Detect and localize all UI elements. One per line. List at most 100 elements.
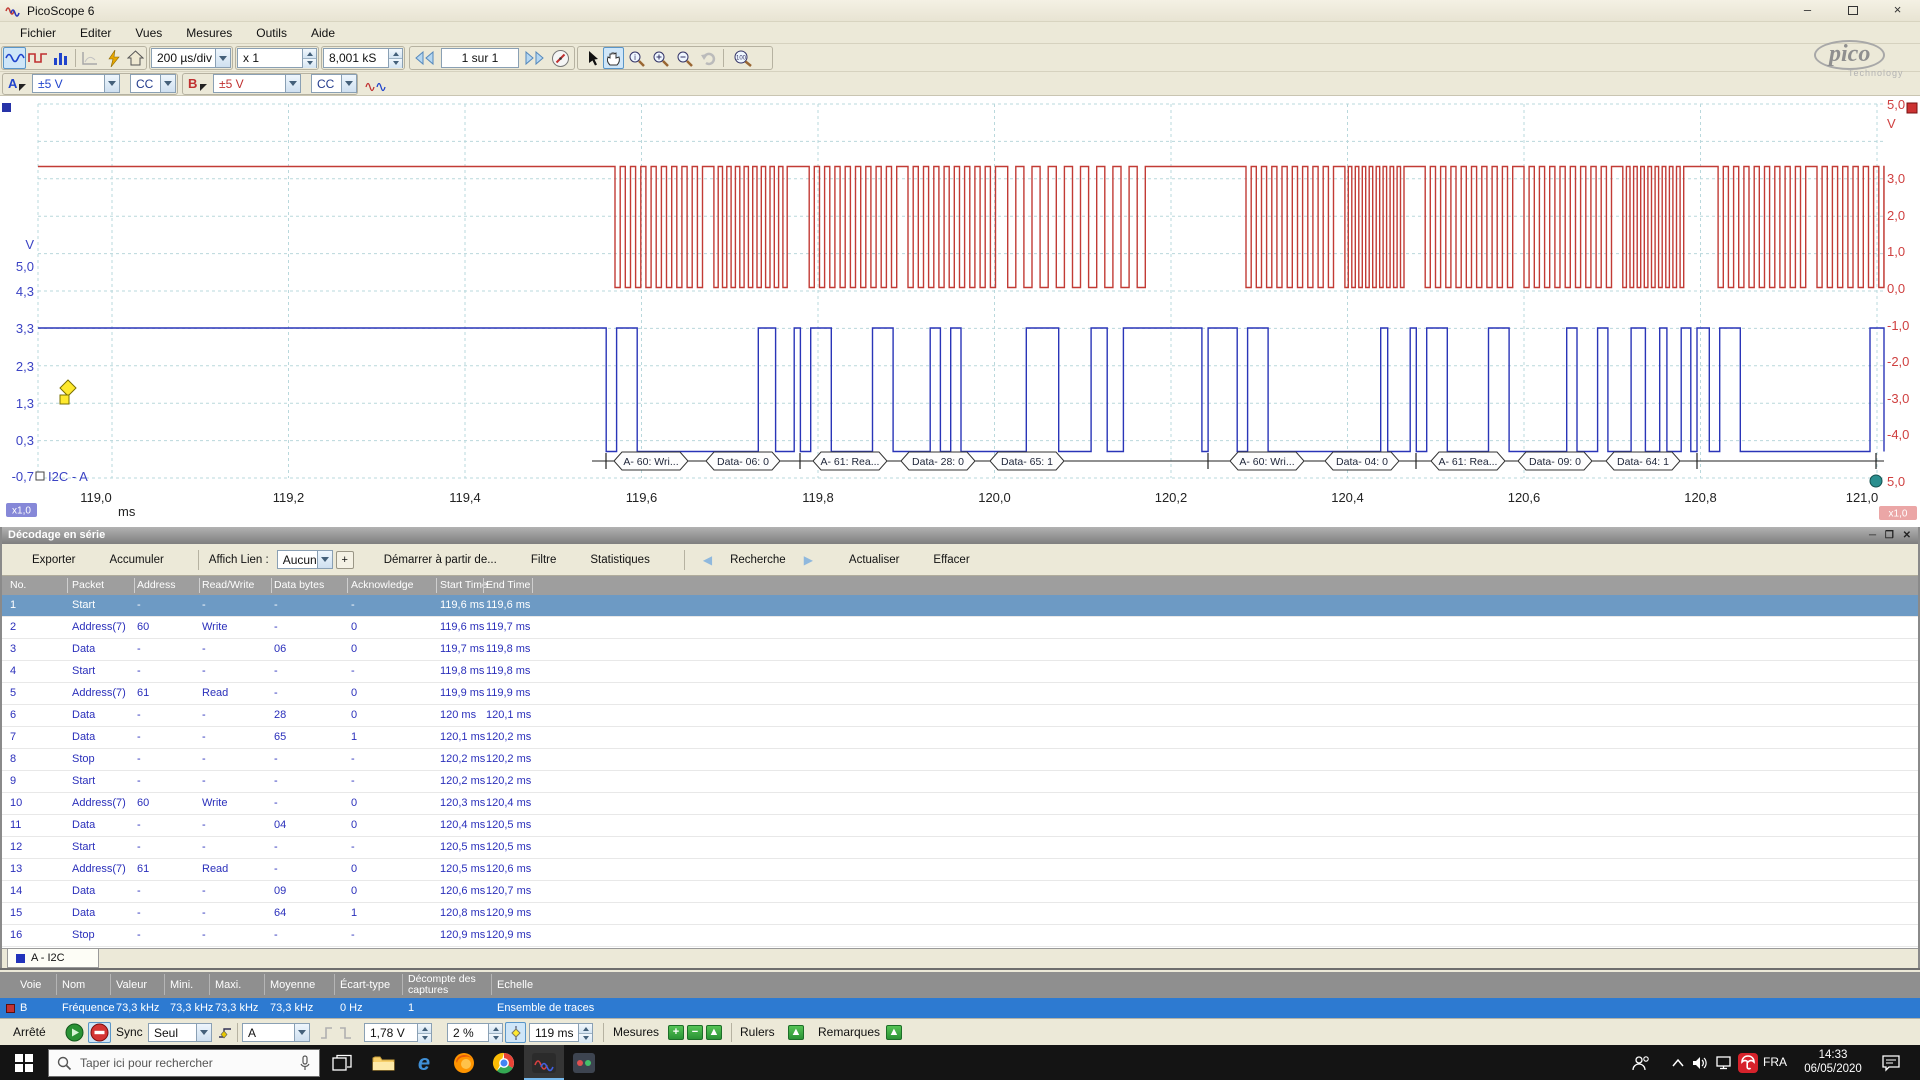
packet-row-2[interactable]: 2 Address(7) 60 Write - 0 119,6 ms 119,7 ms — [2, 617, 1918, 639]
next-buffer-button[interactable] — [521, 47, 547, 69]
measure-column-header[interactable]: Valeur — [116, 979, 147, 991]
scope-view-button[interactable] — [3, 47, 26, 69]
zoom-out-tool-button[interactable] — [674, 47, 696, 69]
chevron-down-icon[interactable] — [160, 75, 175, 92]
close-button[interactable]: × — [1875, 0, 1920, 21]
chevron-down-icon[interactable] — [294, 1024, 309, 1041]
trigger-channel-select[interactable]: A — [242, 1023, 310, 1042]
chevron-down-icon[interactable] — [104, 75, 119, 92]
pan-tool-button[interactable] — [603, 47, 624, 69]
zoom-in-tool-button[interactable] — [650, 47, 672, 69]
probe-signals-icon[interactable] — [362, 73, 392, 95]
tab-a-i2c[interactable]: A - I2C — [7, 949, 99, 968]
spin-down-icon[interactable] — [303, 59, 316, 68]
spin-down-icon[interactable] — [389, 59, 402, 68]
menu-mesures[interactable]: Mesures — [174, 23, 244, 43]
spin-down-icon[interactable] — [418, 1034, 431, 1043]
start-from-button[interactable]: Démarrer à partir de... — [374, 550, 507, 570]
trigger-mode-select[interactable]: Seul — [148, 1023, 212, 1042]
add-measure-button[interactable]: + — [668, 1025, 684, 1040]
channel-b-axis-handle[interactable] — [2, 103, 11, 112]
microphone-icon[interactable] — [299, 1055, 311, 1071]
packet-row-11[interactable]: 11 Data - - 04 0 120,4 ms 120,5 ms — [2, 815, 1918, 837]
task-view-button[interactable] — [328, 1049, 356, 1077]
packet-row-7[interactable]: 7 Data - - 65 1 120,1 ms 120,2 ms — [2, 727, 1918, 749]
maximize-button[interactable] — [1830, 0, 1875, 21]
packet-row-10[interactable]: 10 Address(7) 60 Write - 0 120,3 ms 120,4 ms — [2, 793, 1918, 815]
channel-b-range-select[interactable]: ±5 V — [213, 74, 301, 93]
decode-column-header[interactable]: Packet — [72, 579, 104, 591]
home-button[interactable] — [125, 47, 146, 69]
sample-count-stepper[interactable]: 8,001 kS — [323, 48, 403, 68]
select-tool-button[interactable] — [583, 47, 602, 69]
decode-column-header[interactable]: Address — [137, 579, 176, 591]
spectrum-view-button[interactable] — [27, 47, 49, 69]
packet-row-3[interactable]: 3 Data - - 06 0 119,7 ms 119,8 ms — [2, 639, 1918, 661]
file-explorer-icon[interactable] — [370, 1049, 398, 1077]
clear-button[interactable]: Effacer — [923, 550, 979, 570]
measure-column-header[interactable]: Maxi. — [215, 979, 241, 991]
spin-down-icon[interactable] — [579, 1034, 592, 1043]
channel-b-arrow-icon[interactable] — [200, 84, 207, 91]
packet-row-9[interactable]: 9 Start - - - - 120,2 ms 120,2 ms — [2, 771, 1918, 793]
channel-a-axis-handle[interactable] — [1906, 102, 1918, 114]
chevron-down-icon[interactable] — [196, 1024, 211, 1041]
trigger-level-stepper[interactable]: 1,78 V — [364, 1023, 432, 1043]
tray-chevron-up-icon[interactable] — [1668, 1045, 1688, 1080]
decoder-row-handle[interactable] — [35, 471, 45, 481]
picoscope-taskbar-icon[interactable] — [530, 1049, 558, 1077]
buffer-navigator-button[interactable] — [549, 47, 571, 69]
measure-column-header[interactable]: Nom — [62, 979, 85, 991]
remove-measure-button[interactable]: − — [687, 1025, 703, 1040]
measure-column-header[interactable]: Décompte des captures — [408, 974, 494, 996]
export-button[interactable]: Exporter — [22, 550, 85, 570]
chevron-down-icon[interactable] — [215, 49, 230, 67]
network-icon[interactable] — [1714, 1045, 1736, 1080]
chevron-down-icon[interactable] — [316, 551, 332, 568]
measure-column-header[interactable]: Echelle — [497, 979, 533, 991]
minimize-button[interactable]: – — [1785, 0, 1830, 21]
spin-up-icon[interactable] — [489, 1024, 502, 1034]
volume-icon[interactable] — [1690, 1045, 1712, 1080]
packet-row-4[interactable]: 4 Start - - - - 119,8 ms 119,8 ms — [2, 661, 1918, 683]
search-next-icon[interactable]: ▶ — [804, 553, 813, 567]
trigger-marker-handle[interactable] — [59, 394, 70, 405]
zoom-100-button[interactable]: 100 — [729, 47, 757, 69]
previous-buffer-button[interactable] — [412, 47, 438, 69]
menu-aide[interactable]: Aide — [299, 23, 347, 43]
measure-column-header[interactable]: Moyenne — [270, 979, 315, 991]
rulers-button[interactable]: ▲ — [788, 1025, 804, 1040]
undo-zoom-button[interactable] — [698, 47, 720, 69]
timebase-select[interactable]: 200 µs/div — [151, 48, 231, 68]
buffer-position-field[interactable]: 1 sur 1 — [441, 48, 519, 68]
language-indicator[interactable]: FRA — [1763, 1045, 1787, 1080]
accumulate-button[interactable]: Accumuler — [99, 550, 173, 570]
taskbar-search[interactable]: Taper ici pour rechercher — [48, 1049, 320, 1077]
measure-column-header[interactable]: Voie — [20, 979, 41, 991]
scope-view[interactable]: V 5,0 4,3 3,3 2,3 1,3 0,3 -0,7 5,0 V 3,0 2,0 1,0 0,0 -… — [0, 96, 1920, 527]
measurement-row[interactable]: B Fréquence 73,3 kHz 73,3 kHz 73,3 kHz 73,3 k… — [0, 998, 1920, 1019]
spin-up-icon[interactable] — [303, 49, 316, 59]
menu-outils[interactable]: Outils — [244, 23, 299, 43]
start-capture-button[interactable] — [64, 1023, 85, 1042]
menu-vues[interactable]: Vues — [123, 23, 174, 43]
packet-row-16[interactable]: 16 Stop - - - - 120,9 ms 120,9 ms — [2, 925, 1918, 947]
menu-fichier[interactable]: Fichier — [8, 23, 68, 43]
decode-column-header[interactable]: No. — [10, 579, 26, 591]
trigger-marker-toggle[interactable] — [505, 1022, 526, 1043]
xy-view-button[interactable] — [78, 47, 102, 69]
packet-row-13[interactable]: 13 Address(7) 61 Read - 0 120,5 ms 120,6 ms — [2, 859, 1918, 881]
notes-button[interactable]: ▲ — [886, 1025, 902, 1040]
channel-b-coupling-select[interactable]: CC — [311, 74, 357, 93]
trigger-marker-icon[interactable] — [59, 379, 77, 397]
packet-row-15[interactable]: 15 Data - - 64 1 120,8 ms 120,9 ms — [2, 903, 1918, 925]
decode-panel-titlebar[interactable]: Décodage en série ─ ❒ ✕ — [2, 527, 1918, 544]
decode-column-header[interactable]: Read/Write — [202, 579, 254, 591]
edge-browser-icon[interactable]: e — [410, 1049, 438, 1077]
chrome-icon[interactable] — [490, 1049, 518, 1077]
chevron-down-icon[interactable] — [285, 75, 300, 92]
packet-row-14[interactable]: 14 Data - - 09 0 120,6 ms 120,7 ms — [2, 881, 1918, 903]
zoom-multiplier-stepper[interactable]: x 1 — [237, 48, 317, 68]
pre-trigger-stepper[interactable]: 2 % — [447, 1023, 503, 1043]
decode-column-header[interactable]: Acknowledge — [351, 579, 413, 591]
